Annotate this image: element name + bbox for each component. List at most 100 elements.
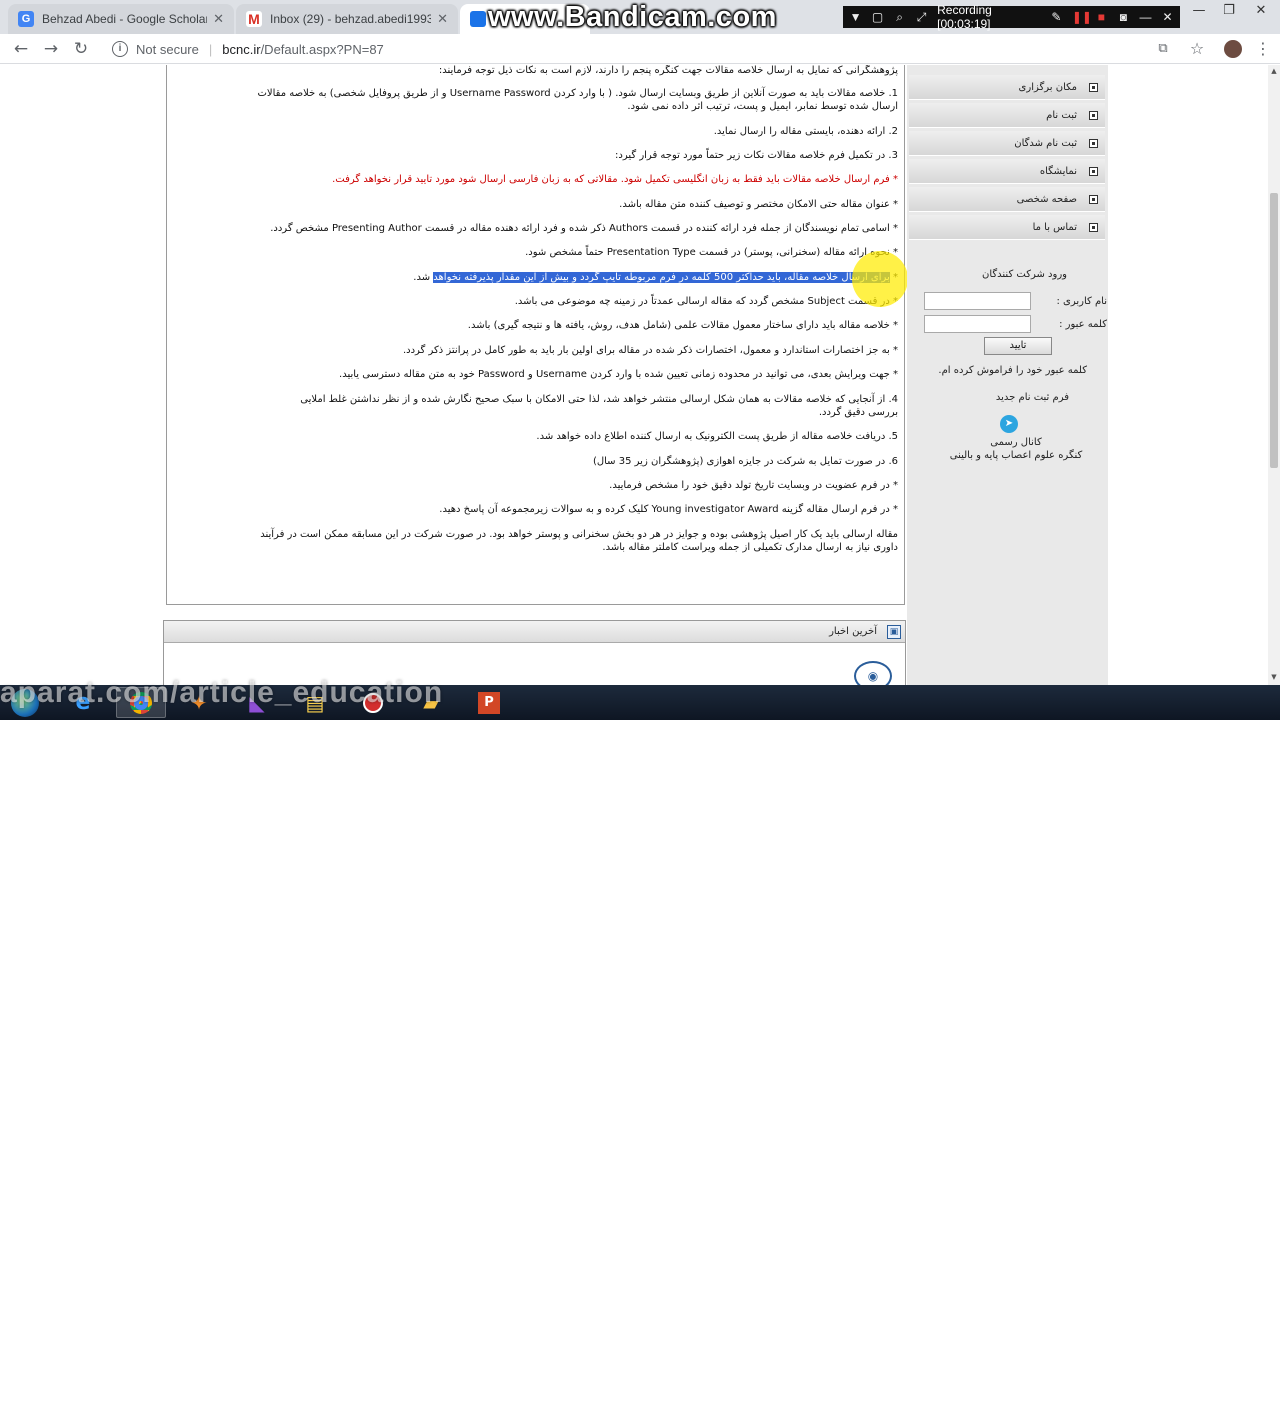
tray-expand-icon[interactable]: ▲ [1137, 1382, 1147, 1393]
page-scrollbar[interactable]: ▲ ▼ [1268, 65, 1280, 685]
login-title: ورود شرکت کنندگان [982, 269, 1067, 280]
pause-icon[interactable]: ❚❚ [1072, 10, 1092, 24]
google-scholar-favicon-icon: G [18, 11, 34, 27]
forward-button[interactable]: → [40, 39, 62, 59]
tab-google-scholar[interactable]: G Behzad Abedi - Google Scholar ✕ [8, 4, 234, 34]
tab-title: Inbox (29) - behzad.abedi1993@ [270, 12, 432, 26]
magnifier-icon[interactable]: ⌕ [893, 10, 906, 25]
password-input[interactable] [924, 315, 1031, 333]
guideline-1-line-1: 1. خلاصه مقالات باید به صورت آنلاین از ط… [257, 88, 898, 99]
tab-gmail-inbox[interactable]: M Inbox (29) - behzad.abedi1993@ ✕ [236, 4, 458, 34]
login-submit-button[interactable]: تایید [984, 337, 1052, 355]
aparat-watermark: aparat.com/article_education [0, 676, 444, 709]
close-tab-icon[interactable]: ✕ [213, 11, 224, 27]
menu-bullet-icon [1089, 111, 1098, 120]
sidebar-item-label: مکان برگزاری [1018, 82, 1077, 93]
camera-icon[interactable]: ◙ [1117, 10, 1130, 24]
avatar-icon [1224, 40, 1242, 58]
mouse-cursor-highlight [852, 251, 908, 307]
bandicam-recording-toolbar: ▼ ▢ ⌕ ⤢ Recording [00:03:19] ✎ ❚❚ ■ ◙ — … [843, 3, 1180, 31]
sidebar-item-label: ثبت نام [1046, 110, 1077, 121]
taskbar-powerpoint[interactable]: P [464, 687, 514, 718]
sidebar-item-registration[interactable]: ثبت نام [909, 103, 1105, 128]
resize-icon[interactable]: ⤢ [915, 10, 928, 25]
sidebar-item-label: تماس با ما [1032, 222, 1077, 233]
url-host: bcnc.ir [222, 41, 261, 57]
menu-bullet-icon [1089, 167, 1098, 176]
scrollbar-thumb[interactable] [1270, 193, 1278, 468]
latest-news-title: آخرین اخبار [829, 626, 877, 637]
sidebar-item-label: ثبت نام شدگان [1014, 138, 1077, 149]
guideline-4-line-1: 4. از آنجایی که خلاصه مقالات به همان شکل… [300, 394, 898, 405]
final-note-line-2: داوری نیاز به ارسال مدارک تکمیلی از جمله… [602, 542, 898, 553]
window-minimize-button[interactable]: — [1184, 0, 1214, 20]
password-label: کلمه عبور : [1059, 319, 1107, 330]
congress-logo-icon: ◉ [854, 661, 892, 685]
omnibox[interactable]: i Not secure | bcnc.ir /Default.aspx?PN=… [104, 36, 1144, 62]
menu-kebab-icon[interactable]: ⋮ [1252, 39, 1274, 59]
forgot-password-link[interactable]: کلمه عبور خود را فراموش کرده ام. [938, 365, 1087, 376]
bullet-abbreviations: * به جز اختصارات استاندارد و معمول، اختص… [402, 345, 898, 356]
minimize-icon[interactable]: — [1139, 10, 1152, 24]
gmail-favicon-icon: M [246, 11, 262, 27]
bullet-authors: * اسامی تمام نویسندگان از جمله فرد ارائه… [270, 223, 898, 234]
system-tray: FA ▲ ◫ ◀) 6:16 PM 9/28/2018 [1110, 1370, 1261, 1405]
bookmark-star-icon[interactable]: ☆ [1186, 39, 1208, 59]
guideline-5: 5. دریافت خلاصه مقاله از طریق پست الکترو… [536, 431, 898, 442]
scroll-up-arrow-icon[interactable]: ▲ [1268, 65, 1280, 77]
info-icon[interactable]: i [112, 41, 128, 57]
volume-icon[interactable]: ◀) [1186, 1381, 1198, 1394]
window-close-button[interactable]: ✕ [1246, 0, 1276, 20]
web-page: پژوهشگرانی که تمایل به ارسال خلاصه مقالا… [0, 65, 1268, 685]
back-button[interactable]: ← [10, 39, 32, 59]
guideline-4-line-2: بررسی دقیق گردد. [818, 407, 898, 418]
translate-icon[interactable]: ⧉ [1152, 39, 1174, 59]
guideline-2: 2. ارائه دهنده، بایستی مقاله را ارسال نم… [713, 126, 898, 137]
bullet-editing: * جهت ویرایش بعدی، می توانید در محدوده ز… [339, 369, 898, 380]
window-mode-icon[interactable]: ▢ [871, 10, 884, 24]
sidebar-item-label: نمایشگاه [1039, 166, 1077, 177]
password-row: کلمه عبور : [917, 315, 1107, 335]
window-maximize-button[interactable]: ❐ [1214, 0, 1244, 20]
menu-bullet-icon [1089, 195, 1098, 204]
network-icon[interactable]: ◫ [1161, 1381, 1171, 1394]
stop-icon[interactable]: ■ [1095, 10, 1108, 24]
security-label: Not secure [136, 41, 199, 57]
reload-button[interactable]: ↻ [70, 39, 92, 59]
username-row: نام کاربری : [917, 292, 1107, 312]
official-channel-link[interactable]: کانال رسمی کنگره علوم اعصاب پایه و بالین… [931, 436, 1101, 462]
channel-congress-name: کنگره علوم اعصاب پایه و بالینی [949, 450, 1083, 461]
scroll-down-arrow-icon[interactable]: ▼ [1268, 671, 1280, 683]
sidebar: مکان برگزاری ثبت نام ثبت نام شدگان نمایش… [907, 65, 1108, 685]
close-recorder-icon[interactable]: ✕ [1161, 10, 1174, 24]
dropdown-arrow-icon[interactable]: ▼ [849, 10, 862, 24]
site-favicon-icon [470, 11, 486, 27]
sidebar-item-profile[interactable]: صفحه شخصی [909, 187, 1105, 212]
content-frame [166, 65, 905, 605]
pencil-icon[interactable]: ✎ [1050, 10, 1063, 24]
new-registration-link[interactable]: فرم ثبت نام جدید [996, 392, 1069, 403]
recording-status: Recording [00:03:19] [937, 3, 992, 31]
tab-title: Behzad Abedi - Google Scholar [42, 12, 208, 26]
sidebar-item-contact[interactable]: تماس با ما [909, 215, 1105, 240]
profile-avatar[interactable] [1222, 39, 1244, 59]
close-tab-icon[interactable]: ✕ [437, 11, 448, 27]
address-toolbar: ← → ↻ i Not secure | bcnc.ir /Default.as… [0, 34, 1280, 64]
language-indicator[interactable]: FA [1110, 1382, 1123, 1394]
latest-news-header: ▣ آخرین اخبار [164, 621, 905, 643]
sidebar-item-registered[interactable]: ثبت نام شدگان [909, 131, 1105, 156]
sidebar-item-exhibition[interactable]: نمایشگاه [909, 159, 1105, 184]
guideline-6: 6. در صورت تمایل به شرکت در جایزه اهوازی… [592, 456, 898, 467]
username-input[interactable] [924, 292, 1031, 310]
username-label: نام کاربری : [1056, 296, 1107, 307]
telegram-icon[interactable]: ➤ [1000, 415, 1018, 433]
omnibox-divider: | [208, 41, 213, 57]
final-note-line-1: مقاله ارسالی باید یک کار اصیل پژوهشی بود… [260, 529, 898, 540]
bullet-title: * عنوان مقاله حتی الامکان مختصر و توصیف … [619, 199, 898, 210]
bullet-presentation-type: * نحوه ارائه مقاله (سخنرانی، پوستر) در ق… [525, 247, 898, 258]
bullet-word-limit: * برای ارسال خلاصه مقاله، باید حداکثر 50… [172, 271, 898, 284]
sidebar-item-venue[interactable]: مکان برگزاری [909, 75, 1105, 100]
bullet-english-only: * فرم ارسال خلاصه مقالات باید فقط به زبا… [332, 174, 898, 185]
menu-bullet-icon [1089, 139, 1098, 148]
system-clock[interactable]: 6:16 PM 9/28/2018 [1212, 1374, 1261, 1402]
